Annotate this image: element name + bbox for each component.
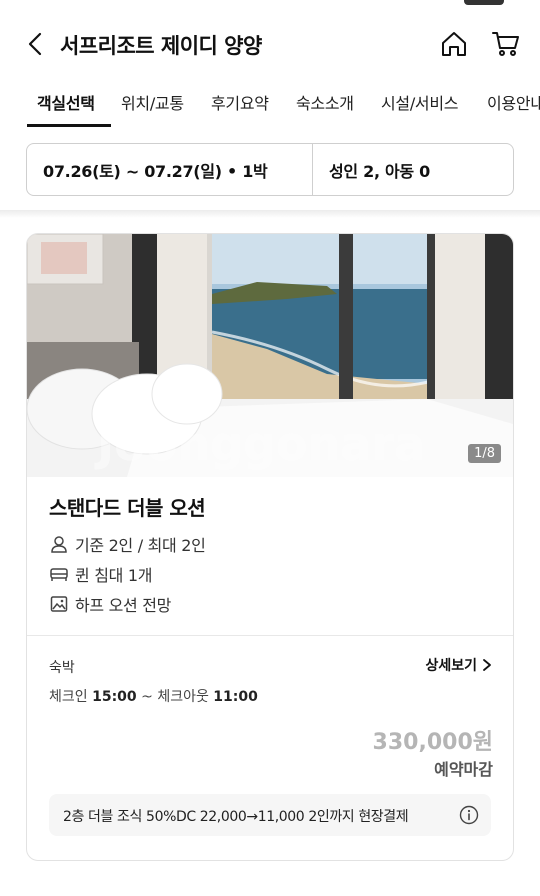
info-icon[interactable] [459,805,479,825]
date-selector[interactable]: 07.26(토) ~ 07.27(일) • 1박 [43,158,268,182]
chevron-right-icon [483,659,491,671]
room-price: 330,000원 [372,730,493,755]
person-icon [49,534,69,554]
room-bed: 퀸 침대 1개 [75,566,153,585]
room-capacity: 기준 2인 / 최대 2인 [75,536,206,555]
tab-room-select[interactable]: 객실선택 [37,90,95,114]
section-tabs: 객실선택 위치/교통 후기요약 숙소소개 시설/서비스 이용안내 [0,84,540,128]
time-separator: ~ [141,689,158,705]
detail-link[interactable]: 상세보기 [425,655,493,675]
room-view-row: 하프 오션 전망 [49,592,171,616]
stay-type-label: 숙박 [49,660,75,676]
photo-counter: 1/8 [468,444,501,463]
chevron-left-icon [28,32,42,56]
filter-divider [312,144,313,195]
detail-link-label: 상세보기 [425,658,477,674]
checkin-time: 15:00 [92,689,137,705]
checkout-label: 체크아웃 [157,689,209,705]
cart-button[interactable] [488,26,524,62]
active-tab-indicator [27,124,111,127]
bed-icon [49,564,69,584]
checkin-checkout-times: 체크인 15:00 ~ 체크아웃 11:00 [49,686,258,706]
checkout-time: 11:00 [213,689,258,705]
section-separator [0,210,540,218]
cart-icon [492,32,519,56]
image-icon [49,594,69,614]
checkin-label: 체크인 [49,689,88,705]
guest-selector[interactable]: 성인 2, 아동 0 [329,158,430,182]
home-button[interactable] [436,26,472,62]
promo-notice-text: 2층 더블 조식 50%DC 22,000→11,000 2인까지 현장결제 [63,809,409,825]
tab-location[interactable]: 위치/교통 [121,90,184,114]
app-header: 서프리조트 제이디 양양 [0,22,540,66]
room-bed-row: 퀸 침대 1개 [49,562,152,586]
back-button[interactable] [20,28,52,60]
tab-introduction[interactable]: 숙소소개 [296,90,354,114]
tab-facilities[interactable]: 시설/서비스 [381,90,459,114]
booking-status: 예약마감 [434,760,493,779]
tab-usage-info[interactable]: 이용안내 [487,90,540,114]
tab-review-summary[interactable]: 후기요약 [211,90,269,114]
room-capacity-row: 기준 2인 / 최대 2인 [49,532,206,556]
promo-notice: 2층 더블 조식 50%DC 22,000→11,000 2인까지 현장결제 [49,794,491,836]
room-card[interactable]: Joonggonara 1/8 스탠다드 더블 오션 기준 2인 / 최대 2인… [26,233,514,861]
room-photo[interactable]: Joonggonara 1/8 [27,234,513,477]
room-view: 하프 오션 전망 [75,596,172,615]
home-icon [442,32,466,56]
page-title: 서프리조트 제이디 양양 [60,34,262,58]
card-divider [27,635,513,636]
status-bar [464,0,504,5]
room-photo-illustration: Joonggonara [27,234,513,477]
photo-watermark: Joonggonara [94,417,425,471]
room-name: 스탠다드 더블 오션 [49,496,206,520]
search-filter: 07.26(토) ~ 07.27(일) • 1박 성인 2, 아동 0 [26,143,514,196]
